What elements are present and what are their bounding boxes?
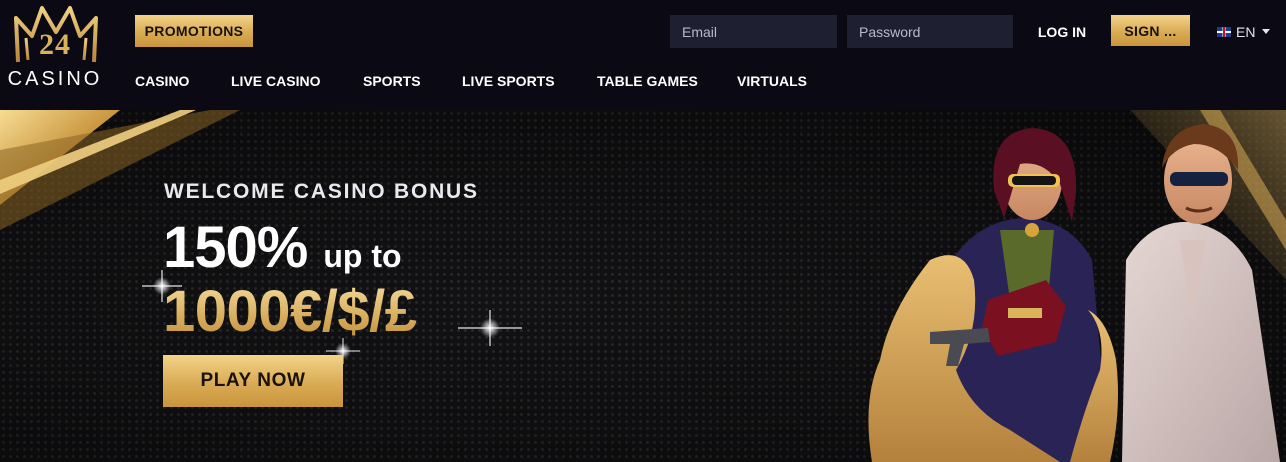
signup-button[interactable]: SIGN ...	[1111, 15, 1190, 46]
uk-flag-icon	[1217, 26, 1231, 37]
promotions-button[interactable]: PROMOTIONS	[135, 15, 253, 47]
logo-wordmark: CASINO	[7, 68, 103, 90]
promo-upto: up to	[323, 238, 402, 274]
site-header: 24 CASINO PROMOTIONS LOG IN SIGN ... EN …	[0, 0, 1286, 110]
promo-headline: 150% up to	[163, 214, 402, 281]
language-selector[interactable]: EN	[1217, 15, 1277, 48]
login-link[interactable]: LOG IN	[1030, 15, 1094, 48]
nav-item-virtuals[interactable]: VIRTUALS	[737, 66, 807, 96]
sparkle-icon	[458, 310, 522, 346]
promo-kicker: WELCOME CASINO BONUS	[164, 180, 479, 203]
chevron-down-icon	[1262, 29, 1271, 34]
hero-banner[interactable]: WELCOME CASINO BONUS 150% up to 1000€/$/…	[0, 110, 1286, 462]
nav-item-table-games[interactable]: TABLE GAMES	[597, 66, 698, 96]
email-field[interactable]	[670, 15, 837, 48]
nav-item-live-sports[interactable]: LIVE SPORTS	[462, 66, 555, 96]
password-field[interactable]	[847, 15, 1013, 48]
promo-amount: 1000€/$/£	[163, 279, 417, 344]
play-now-button[interactable]: PLAY NOW	[163, 355, 343, 407]
logo-number: 24	[39, 28, 71, 61]
nav-item-live-casino[interactable]: LIVE CASINO	[231, 66, 320, 96]
hero-characters-illustration	[868, 124, 1280, 462]
nav-item-sports[interactable]: SPORTS	[363, 66, 421, 96]
language-label: EN	[1236, 23, 1256, 40]
promo-percent: 150%	[163, 215, 308, 280]
site-logo[interactable]: 24 CASINO	[0, 4, 110, 94]
nav-item-casino[interactable]: CASINO	[135, 66, 189, 96]
